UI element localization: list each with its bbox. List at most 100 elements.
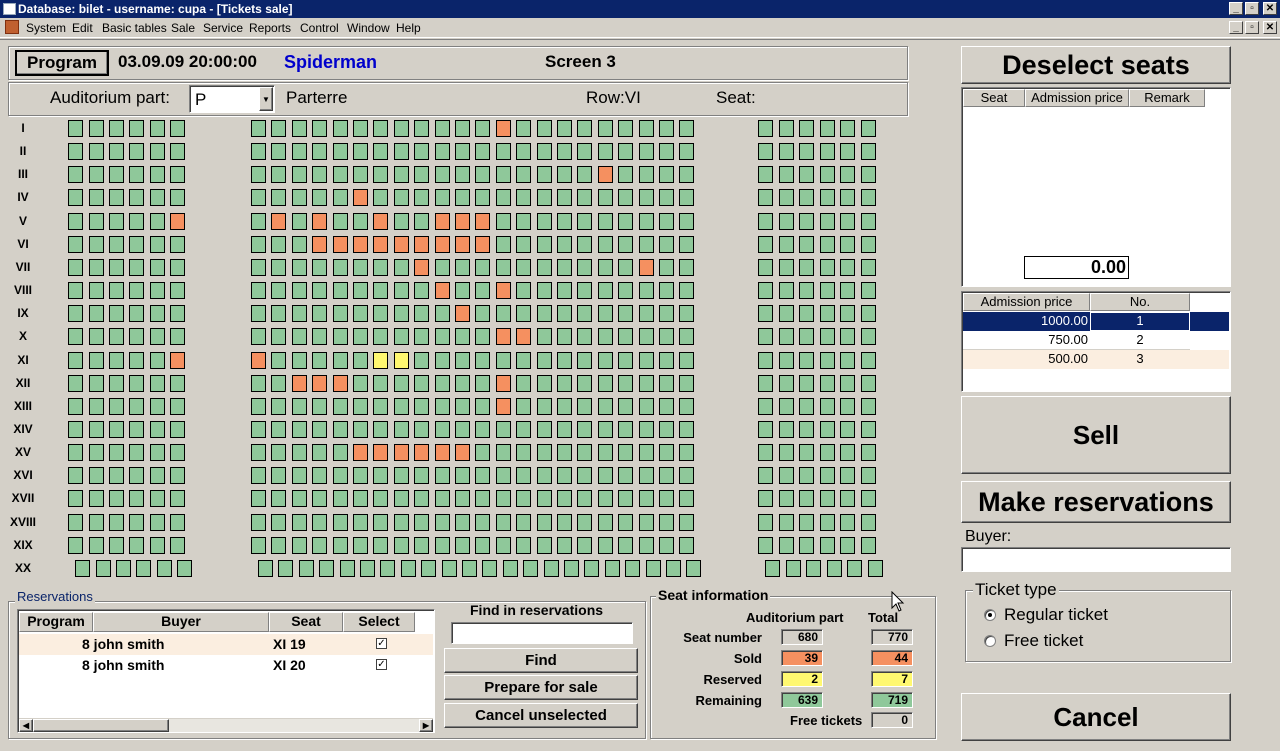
seat[interactable] <box>68 467 83 484</box>
seat[interactable] <box>251 421 266 438</box>
seat[interactable] <box>758 375 773 392</box>
seat[interactable] <box>373 282 388 299</box>
seat[interactable] <box>455 421 470 438</box>
seat[interactable] <box>639 398 654 415</box>
seat[interactable] <box>150 352 165 369</box>
seat[interactable] <box>537 166 552 183</box>
seat[interactable] <box>861 421 876 438</box>
seat[interactable] <box>170 305 185 322</box>
seat[interactable] <box>799 166 814 183</box>
seat[interactable] <box>779 421 794 438</box>
seat[interactable] <box>394 213 409 230</box>
seat[interactable] <box>799 305 814 322</box>
seat[interactable] <box>679 259 694 276</box>
seat[interactable] <box>394 398 409 415</box>
seat[interactable] <box>129 490 144 507</box>
seat[interactable] <box>840 352 855 369</box>
seat[interactable] <box>779 189 794 206</box>
seat[interactable] <box>758 259 773 276</box>
seat[interactable] <box>109 143 124 160</box>
seat[interactable] <box>299 560 314 577</box>
seat[interactable] <box>496 213 511 230</box>
seat[interactable] <box>312 490 327 507</box>
seat[interactable] <box>799 490 814 507</box>
chevron-down-icon[interactable]: ▼ <box>259 87 273 111</box>
seat[interactable] <box>292 398 307 415</box>
seat[interactable] <box>639 467 654 484</box>
seat[interactable] <box>557 120 572 137</box>
buyer-input[interactable] <box>961 547 1231 572</box>
seat[interactable] <box>170 352 185 369</box>
col-buyer[interactable]: Buyer <box>93 612 269 632</box>
seat[interactable] <box>68 305 83 322</box>
seat[interactable] <box>799 421 814 438</box>
seat[interactable] <box>618 375 633 392</box>
col-selected-remark[interactable]: Remark <box>1129 89 1205 107</box>
seat[interactable] <box>271 375 286 392</box>
seat[interactable] <box>109 514 124 531</box>
seat[interactable] <box>251 444 266 461</box>
seat[interactable] <box>820 143 835 160</box>
seat[interactable] <box>435 398 450 415</box>
seat[interactable] <box>251 189 266 206</box>
seat[interactable] <box>868 560 883 577</box>
seat[interactable] <box>414 189 429 206</box>
seat[interactable] <box>292 467 307 484</box>
seat[interactable] <box>840 189 855 206</box>
seat[interactable] <box>598 259 613 276</box>
seat[interactable] <box>799 259 814 276</box>
seat[interactable] <box>516 467 531 484</box>
seat[interactable] <box>861 467 876 484</box>
seat[interactable] <box>496 398 511 415</box>
seat[interactable] <box>89 514 104 531</box>
seat[interactable] <box>779 444 794 461</box>
seat[interactable] <box>861 444 876 461</box>
seat[interactable] <box>333 421 348 438</box>
seat[interactable] <box>129 398 144 415</box>
seat[interactable] <box>251 490 266 507</box>
menu-help[interactable]: Help <box>396 21 421 35</box>
free-ticket-label[interactable]: Free ticket <box>1004 631 1083 651</box>
seat[interactable] <box>170 189 185 206</box>
seat[interactable] <box>394 328 409 345</box>
seat[interactable] <box>820 305 835 322</box>
seat[interactable] <box>109 537 124 554</box>
menu-edit[interactable]: Edit <box>72 21 93 35</box>
seat[interactable] <box>435 328 450 345</box>
mdi-restore-icon[interactable]: ▫ <box>1245 21 1259 34</box>
seat[interactable] <box>577 375 592 392</box>
seat[interactable] <box>251 352 266 369</box>
seat[interactable] <box>557 143 572 160</box>
seat[interactable] <box>129 421 144 438</box>
seat[interactable] <box>779 467 794 484</box>
seat[interactable] <box>679 143 694 160</box>
seat[interactable] <box>129 352 144 369</box>
seat[interactable] <box>639 328 654 345</box>
seat[interactable] <box>820 444 835 461</box>
seat[interactable] <box>150 490 165 507</box>
seat[interactable] <box>333 398 348 415</box>
seat[interactable] <box>496 537 511 554</box>
seat[interactable] <box>435 305 450 322</box>
seat[interactable] <box>68 514 83 531</box>
seat[interactable] <box>861 537 876 554</box>
seat[interactable] <box>861 398 876 415</box>
seat[interactable] <box>496 444 511 461</box>
seat[interactable] <box>170 143 185 160</box>
seat[interactable] <box>373 120 388 137</box>
seat[interactable] <box>380 560 395 577</box>
seat[interactable] <box>577 421 592 438</box>
seat[interactable] <box>758 467 773 484</box>
seat[interactable] <box>435 444 450 461</box>
seat[interactable] <box>537 328 552 345</box>
seat[interactable] <box>89 120 104 137</box>
seat[interactable] <box>353 213 368 230</box>
seat[interactable] <box>679 120 694 137</box>
seat[interactable] <box>779 398 794 415</box>
seat[interactable] <box>861 166 876 183</box>
seat[interactable] <box>618 236 633 253</box>
seat[interactable] <box>455 375 470 392</box>
seat[interactable] <box>462 560 477 577</box>
seat[interactable] <box>758 305 773 322</box>
seat[interactable] <box>373 467 388 484</box>
